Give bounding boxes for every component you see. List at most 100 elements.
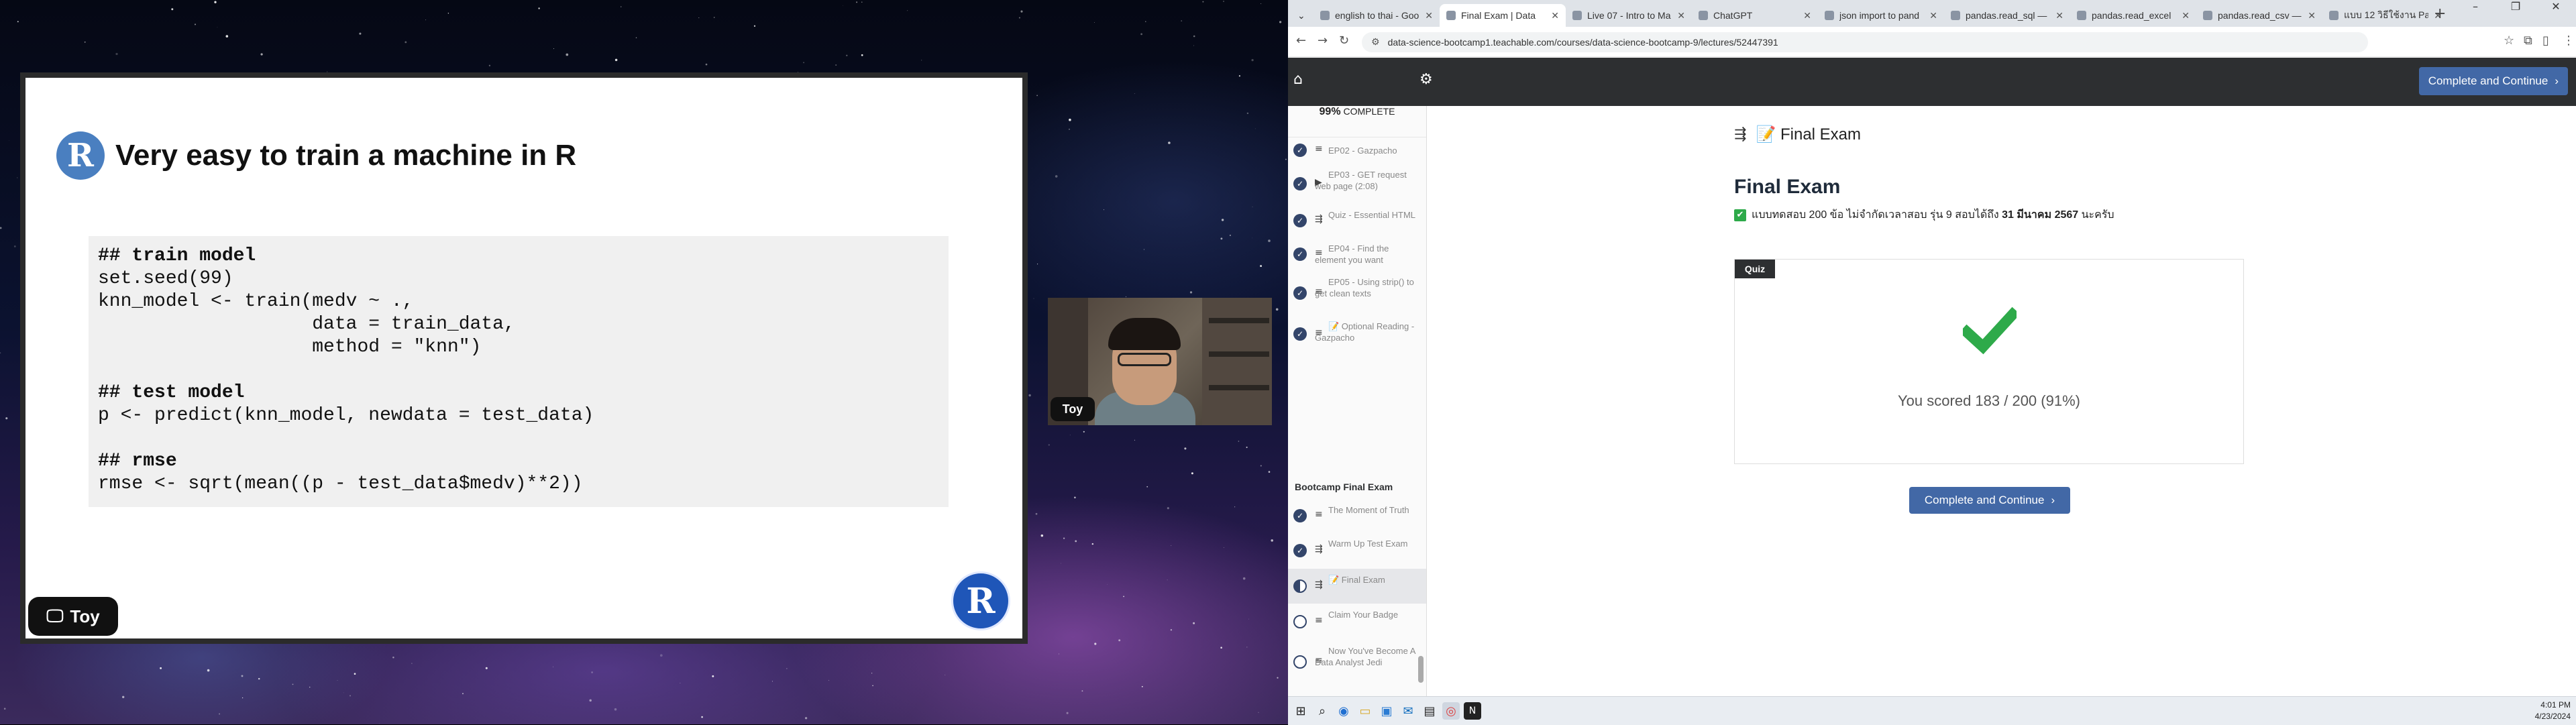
browser-tab[interactable]: pandas.read_csv — p ✕ xyxy=(2196,4,2322,27)
close-tab-icon[interactable]: ✕ xyxy=(1677,10,1685,21)
sidepanel-icon[interactable]: ▯ xyxy=(2542,34,2549,48)
lesson-item[interactable]: ≡ Claim Your Badge xyxy=(1288,604,1426,640)
star xyxy=(1134,93,1135,95)
star xyxy=(553,48,554,50)
presentation-screen: R Very easy to train a machine in R ## t… xyxy=(0,0,1288,724)
star xyxy=(1223,1,1224,2)
mail-icon[interactable]: ✉ xyxy=(1399,702,1417,720)
star xyxy=(1260,3,1262,5)
store-icon[interactable]: ▣ xyxy=(1378,702,1395,720)
bookmark-icon[interactable]: ☆ xyxy=(2504,34,2514,48)
star xyxy=(856,1,858,3)
lesson-item[interactable]: ≡ Now You've Become A Data Analyst Jedi xyxy=(1288,640,1426,684)
star xyxy=(1118,639,1121,642)
lesson-item[interactable]: ✓ ≡ EP05 - Using strip() to get clean text… xyxy=(1288,271,1426,315)
lesson-title: Claim Your Badge xyxy=(1328,610,1399,620)
star xyxy=(225,35,229,38)
star xyxy=(207,669,210,672)
browser-tab[interactable]: Live 07 - Intro to Ma ✕ xyxy=(1566,4,1692,27)
close-tab-icon[interactable]: ✕ xyxy=(1551,10,1559,21)
browser-tab[interactable]: ChatGPT ✕ xyxy=(1692,4,1818,27)
code-comment: ## test model xyxy=(98,382,245,403)
star xyxy=(861,1,863,3)
browser-tab[interactable]: แบบ 12 วิธีใช้งาน Pa ✕ xyxy=(2322,4,2449,27)
app-icon[interactable]: ▤ xyxy=(1421,702,1438,720)
star xyxy=(538,7,540,9)
lesson-item[interactable]: ✓ ▶ EP03 - GET request web page (2:08) xyxy=(1288,164,1426,204)
chrome-icon[interactable]: ◎ xyxy=(1442,702,1460,720)
home-icon[interactable]: ⌂ xyxy=(1293,71,1303,88)
star xyxy=(1271,539,1273,542)
minimize-icon[interactable]: – xyxy=(2455,0,2496,27)
close-tab-icon[interactable]: ✕ xyxy=(1425,10,1433,21)
star xyxy=(258,677,260,680)
lesson-item[interactable]: ✓ ⇶ Warm Up Test Exam xyxy=(1288,533,1426,569)
favicon-icon xyxy=(1446,11,1456,20)
r-logo-icon: R xyxy=(56,131,105,180)
restore-icon[interactable]: ❐ xyxy=(2496,0,2536,27)
star xyxy=(803,62,805,64)
close-window-icon[interactable]: ✕ xyxy=(2536,0,2576,27)
browser-window: ⌄ english to thai - Goo ✕ Final Exam | Dat… xyxy=(1288,0,2576,725)
browser-tab[interactable]: english to thai - Goo ✕ xyxy=(1313,4,1440,27)
search-icon[interactable]: ⌕ xyxy=(1313,702,1331,720)
address-bar[interactable]: ⚙ data-science-bootcamp1.teachable.com/c… xyxy=(1362,32,2368,52)
new-tab-button[interactable]: + xyxy=(2434,5,2446,22)
star xyxy=(22,136,24,138)
tab-title: pandas.read_csv — p xyxy=(2218,10,2303,21)
lesson-item[interactable]: ✓ ≡ EP04 - Find the element you want xyxy=(1288,237,1426,271)
lesson-item[interactable]: ✓ ⇶ Quiz - Essential HTML xyxy=(1288,204,1426,237)
site-info-icon[interactable]: ⚙ xyxy=(1371,37,1380,48)
complete-and-continue-button[interactable]: Complete and Continue › xyxy=(1909,487,2070,514)
lesson-item[interactable]: ✓ ≡ 📝 Optional Reading - Gazpacho xyxy=(1288,315,1426,353)
browser-tab[interactable]: pandas.read_excel ✕ xyxy=(2070,4,2196,27)
back-icon[interactable]: ← xyxy=(1296,34,1306,48)
reload-icon[interactable]: ↻ xyxy=(1339,34,1349,48)
close-tab-icon[interactable]: ✕ xyxy=(2055,10,2063,21)
star xyxy=(712,675,714,677)
lesson-item[interactable]: ⇶ 📝 Final Exam xyxy=(1288,569,1426,604)
lesson-title: Now You've Become A Data Analyst Jedi xyxy=(1315,646,1415,667)
notion-icon[interactable]: N xyxy=(1464,702,1481,720)
star xyxy=(921,60,922,61)
progress-percent: 99% xyxy=(1319,106,1341,117)
close-tab-icon[interactable]: ✕ xyxy=(2182,10,2190,21)
lesson-title: EP04 - Find the element you want xyxy=(1315,243,1389,265)
settings-gear-icon[interactable]: ⚙ xyxy=(1419,71,1433,88)
edge-icon[interactable]: ◉ xyxy=(1335,702,1352,720)
lesson-item[interactable]: ✓ ≡ EP02 - Gazpacho xyxy=(1288,137,1426,164)
start-icon[interactable]: ⊞ xyxy=(1292,702,1309,720)
monitor-icon: 🖵 xyxy=(46,606,64,626)
forward-icon[interactable]: → xyxy=(1318,34,1328,48)
star xyxy=(1220,647,1222,649)
lesson-status-icon xyxy=(1293,615,1307,628)
browser-tab[interactable]: json import to pand ✕ xyxy=(1818,4,1944,27)
star xyxy=(1193,622,1195,624)
tab-title: Live 07 - Intro to Ma xyxy=(1587,10,1671,21)
tab-title: แบบ 12 วิธีใช้งาน Pa xyxy=(2344,9,2429,20)
extensions-icon[interactable]: ⧉ xyxy=(2524,34,2532,48)
star xyxy=(614,58,618,62)
browser-tab[interactable]: pandas.read_sql — p ✕ xyxy=(1944,4,2070,27)
lesson-item[interactable]: ✓ ≡ The Moment of Truth xyxy=(1288,499,1426,533)
r-badge-icon: R xyxy=(951,571,1010,630)
sidebar-scrollbar[interactable] xyxy=(1418,656,1424,683)
lesson-title: EP03 - GET request web page (2:08) xyxy=(1315,170,1407,191)
star xyxy=(307,639,309,641)
star xyxy=(589,699,592,702)
notice-date: 31 มีนาคม 2567 xyxy=(2002,209,2079,221)
close-tab-icon[interactable]: ✕ xyxy=(1803,10,1811,21)
tab-search-icon[interactable]: ⌄ xyxy=(1291,4,1311,27)
close-tab-icon[interactable]: ✕ xyxy=(1929,10,1937,21)
complete-and-continue-top-button[interactable]: Complete and Continue › xyxy=(2418,67,2568,95)
browser-tab[interactable]: Final Exam | Data ✕ xyxy=(1440,4,1566,27)
profile-icon[interactable]: ⋮ xyxy=(2563,34,2575,48)
star xyxy=(1234,506,1236,508)
star xyxy=(1167,507,1169,510)
file-explorer-icon[interactable]: ▭ xyxy=(1356,702,1374,720)
star xyxy=(1094,22,1095,23)
presenter-tag: 🖵 Toy xyxy=(28,597,118,636)
close-tab-icon[interactable]: ✕ xyxy=(2308,10,2316,21)
star xyxy=(292,683,294,685)
star xyxy=(17,21,19,23)
